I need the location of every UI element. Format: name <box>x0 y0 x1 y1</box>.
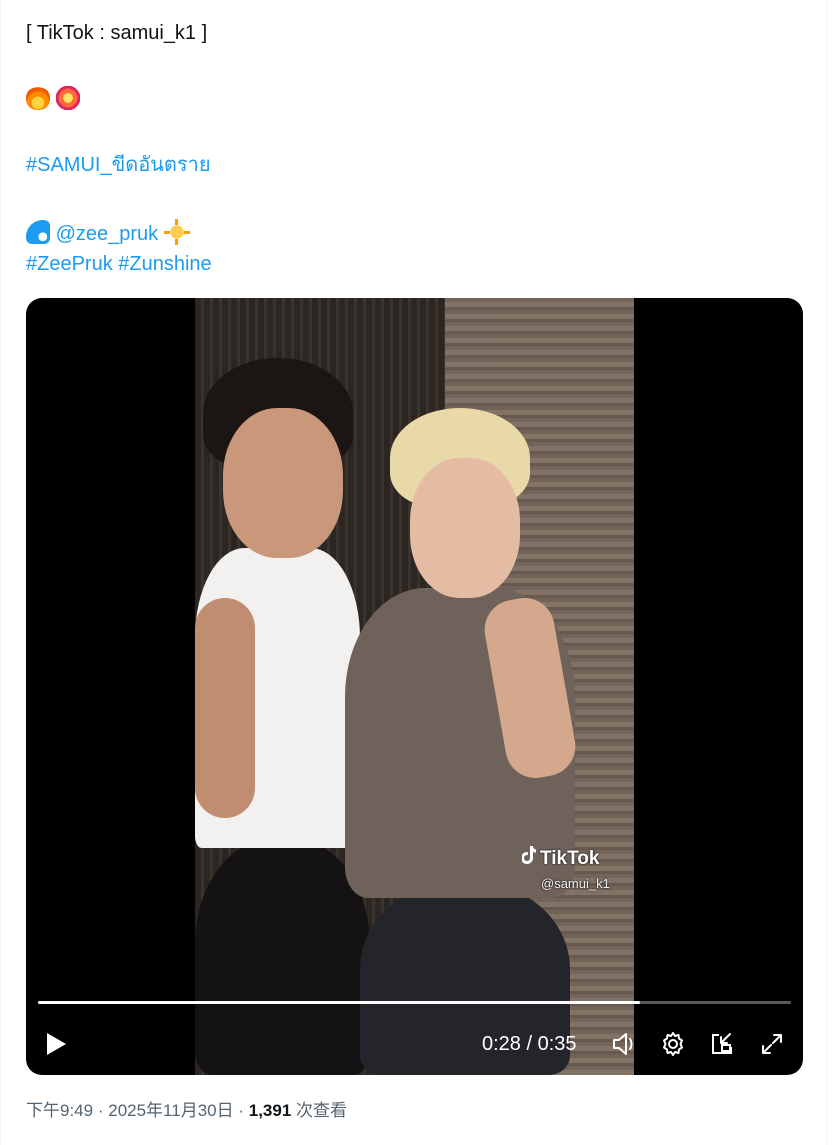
picture-in-picture-button[interactable] <box>707 1028 737 1060</box>
hashtag-samui-link[interactable]: #SAMUI_ขีดอันตราย <box>26 154 211 176</box>
video-frame[interactable]: TikTok @samui_k1 <box>195 298 634 1075</box>
play-icon <box>47 1033 66 1055</box>
fire-icon <box>26 86 50 110</box>
emoji-line <box>26 86 80 113</box>
hashtag-zunshine-link[interactable]: #Zunshine <box>118 253 211 275</box>
meta-separator: · <box>97 1101 104 1120</box>
tweet-text-line-1: [ TikTok : samui_k1 ] <box>26 22 208 44</box>
hashtag-line: #SAMUI_ขีดอันตราย <box>26 152 211 178</box>
meta-separator-2: · <box>238 1101 245 1120</box>
tiktok-watermark-handle: @samui_k1 <box>541 876 610 891</box>
video-figure-left-arm <box>195 598 255 818</box>
view-count: 1,391 <box>248 1101 292 1120</box>
mention-line: @zee_pruk <box>26 219 190 247</box>
tiktok-watermark-text: TikTok <box>540 848 600 869</box>
settings-button[interactable] <box>658 1028 688 1060</box>
collision-icon <box>55 86 80 110</box>
video-figure-right-face <box>410 458 520 598</box>
video-time-display: 0:28 / 0:35 <box>482 1033 577 1055</box>
mention-link[interactable]: @zee_pruk <box>56 223 159 245</box>
play-button[interactable] <box>40 1028 72 1060</box>
hashtag-zeepruk-link[interactable]: #ZeePruk <box>26 253 113 275</box>
wave-icon <box>26 220 50 244</box>
fullscreen-button[interactable] <box>757 1028 787 1060</box>
tweet-time-link[interactable]: 下午9:49 <box>26 1101 93 1120</box>
settings-gear-icon <box>663 1032 683 1056</box>
tweet-card: [ TikTok : samui_k1 ] #SAMUI_ขีดอันตราย … <box>0 0 828 1145</box>
video-progress-bar[interactable] <box>38 1001 791 1004</box>
video-figure-left-face <box>223 408 343 558</box>
video-progress-fill <box>38 1001 641 1004</box>
volume-button[interactable] <box>610 1028 640 1060</box>
hashtags-line: #ZeePruk #Zunshine <box>26 251 212 277</box>
tweet-meta: 下午9:49 · 2025年11月30日 · 1,391 次查看 <box>26 1099 347 1123</box>
tiktok-watermark: TikTok <box>521 846 600 870</box>
view-count-label: 次查看 <box>296 1101 348 1120</box>
video-player[interactable]: TikTok @samui_k1 0:28 / 0:35 <box>26 298 803 1075</box>
picture-in-picture-icon <box>712 1033 732 1054</box>
fullscreen-icon <box>762 1034 782 1054</box>
video-figure-left-pants <box>195 838 370 1075</box>
sun-icon <box>163 219 190 245</box>
volume-icon <box>613 1033 633 1055</box>
tiktok-logo-icon <box>521 846 536 870</box>
tweet-date-link[interactable]: 2025年11月30日 <box>108 1101 233 1120</box>
